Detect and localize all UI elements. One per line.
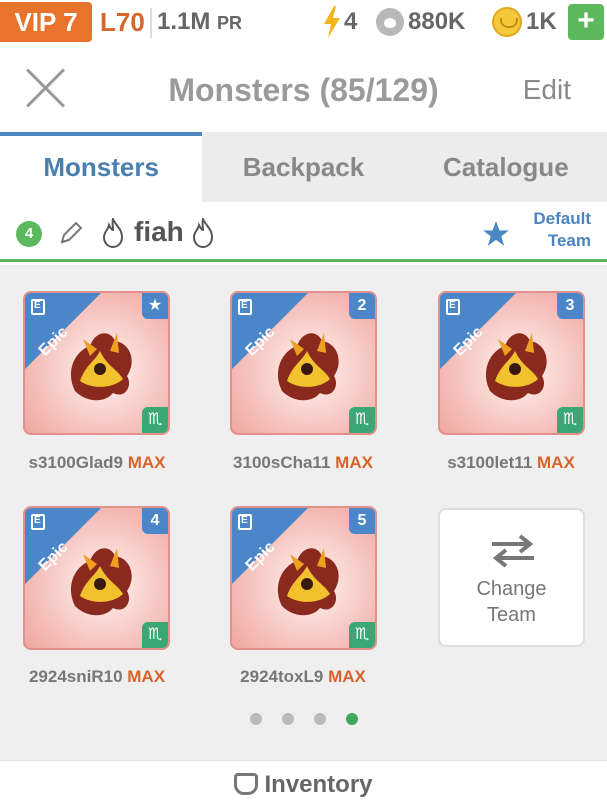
monster-image [277,333,339,401]
info-icon[interactable] [238,299,252,315]
monster-name: s3100let11 [447,453,533,472]
inventory-icon [234,773,259,795]
monster-image [70,548,132,616]
page-title: Monsters (85/129) [168,72,439,108]
monster-image [70,333,132,401]
monster-level: MAX [328,667,366,686]
monster-card[interactable]: Epic ★ ♏ [23,291,170,435]
coins-value: 1K [526,8,557,35]
coin-icon [492,7,522,37]
team-slot-badge: 2 [349,293,375,319]
default-team-line2: Team [547,231,591,250]
inventory-bar[interactable]: Inventory [0,760,607,800]
monster-name: 2924toxL9 [240,667,324,686]
monster-card[interactable]: Epic 4 ♏ [23,506,170,650]
power-rating: 1.1M PR [157,4,242,41]
monster-caption: s3100let11 MAX [416,453,606,473]
tab-bar: Monsters Backpack Catalogue [0,132,607,202]
monster-caption: s3100Glad9 MAX [2,453,192,473]
team-number-badge[interactable]: 4 [16,221,42,247]
monster-caption: 3100sCha11 MAX [208,453,398,473]
monster-level: MAX [127,667,166,686]
close-icon[interactable] [24,66,68,110]
monster-card[interactable]: Epic 2 ♏ [230,291,377,435]
change-team-line1: Change [476,578,547,600]
food-icon [376,8,404,36]
team-slot-badge: 5 [349,508,375,534]
food-counter[interactable]: 880K [376,4,465,40]
zodiac-icon: ♏ [142,622,168,648]
team-selector: 4 fiah Default Team [0,202,607,262]
page-indicator [250,713,358,725]
divider [150,8,152,38]
tab-backpack[interactable]: Backpack [202,132,404,202]
swap-arrows-icon [492,534,534,568]
info-icon[interactable] [238,514,252,530]
change-team-line2: Team [487,604,536,626]
default-team-button[interactable]: Default Team [511,208,591,252]
team-slot-badge: 3 [557,293,583,319]
page-dot[interactable] [250,713,262,725]
page-dot-active[interactable] [346,713,358,725]
power-value: 1.1M [157,8,211,35]
monster-grid: Epic ★ ♏ s3100Glad9 MAX Epic 2 ♏ 3100sCh… [0,265,607,760]
team-slot-badge: 4 [142,508,168,534]
player-level: L70 [100,7,145,37]
zodiac-icon: ♏ [142,407,168,433]
inventory-label: Inventory [264,771,373,798]
page-dot[interactable] [282,713,294,725]
info-icon[interactable] [446,299,460,315]
pencil-icon[interactable] [58,220,84,246]
monster-image [485,333,547,401]
food-value: 880K [408,8,466,35]
info-icon[interactable] [31,514,45,530]
flame-icon [192,218,214,248]
status-bar: VIP 7 L70 1.1M PR 4 880K 1K + [0,0,607,46]
monster-caption: 2924sniR10 MAX [2,667,192,687]
edit-button[interactable]: Edit [523,70,571,110]
screen-header: Monsters (85/129) Edit [0,46,607,132]
monster-card[interactable]: Epic 5 ♏ [230,506,377,650]
team-name[interactable]: fiah [134,214,184,250]
zodiac-icon: ♏ [349,407,375,433]
coins-counter[interactable]: 1K [492,4,557,40]
tab-catalogue[interactable]: Catalogue [405,132,607,202]
energy-counter[interactable]: 4 [322,4,357,40]
page-dot[interactable] [314,713,326,725]
info-icon[interactable] [31,299,45,315]
monster-name: 3100sCha11 [233,453,331,472]
monster-level: MAX [537,453,575,472]
default-team-line1: Default [533,209,591,228]
energy-value: 4 [344,8,358,35]
monster-level: MAX [127,453,166,472]
tab-monsters[interactable]: Monsters [0,132,203,202]
monster-name: s3100Glad9 [28,453,123,472]
monster-caption: 2924toxL9 MAX [208,667,398,687]
change-team-button[interactable]: Change Team [438,508,585,647]
monster-card[interactable]: Epic 3 ♏ [438,291,585,435]
power-unit: PR [217,13,243,33]
lightning-icon [324,6,340,38]
vip-badge[interactable]: VIP 7 [0,2,92,42]
inventory-button[interactable]: Inventory [0,771,607,799]
star-icon[interactable] [482,220,510,248]
monster-image [277,548,339,616]
monster-level: MAX [335,453,373,472]
flame-icon [102,218,124,248]
change-team-label: Change Team [440,576,583,628]
monster-name: 2924sniR10 [28,667,123,686]
add-currency-button[interactable]: + [568,4,604,40]
team-slot-badge: ★ [142,293,168,319]
zodiac-icon: ♏ [557,407,583,433]
zodiac-icon: ♏ [349,622,375,648]
